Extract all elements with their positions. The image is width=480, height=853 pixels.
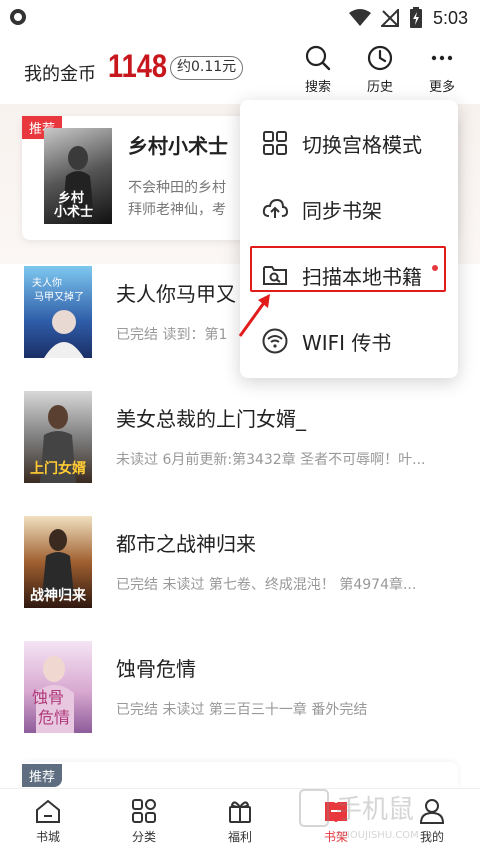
- book-title: 美女总裁的上门女婿_: [116, 407, 306, 431]
- svg-text:乡村: 乡村: [58, 190, 84, 206]
- no-sim-icon: [380, 9, 399, 27]
- book-title: 夫人你马甲又: [116, 282, 236, 306]
- book-meta: 未读过 6月前更新:第3432章 圣者不可辱啊！叶...: [116, 452, 426, 468]
- search-button[interactable]: 搜索: [290, 42, 346, 98]
- recommend-book-cover[interactable]: 乡村 小术士: [44, 128, 112, 224]
- recommend-desc-line2: 拜师老神仙，考: [128, 202, 226, 218]
- coins-label: 我的金币: [24, 64, 96, 85]
- header: 我的金币 1148 约0.11元 搜索 历史 更多: [0, 36, 480, 106]
- gift-icon: [229, 801, 251, 823]
- home-icon: [36, 799, 60, 823]
- book-title: 蚀骨危情: [116, 657, 196, 681]
- site-watermark-logo: 手机鼠 SHOUJISHU.COM: [299, 789, 419, 841]
- cover-art-figure: 上门女婿: [30, 405, 87, 483]
- clock-icon: [367, 45, 393, 71]
- menu-item-label: 切换宫格模式: [302, 132, 422, 157]
- svg-text:蚀骨: 蚀骨: [32, 688, 64, 707]
- grid-icon: [263, 131, 287, 155]
- book-cover: 蚀骨 危情: [24, 641, 92, 733]
- svg-text:战神归来: 战神归来: [30, 587, 87, 604]
- more-button[interactable]: 更多: [414, 42, 470, 98]
- cover-art-figure: 乡村 小术士: [54, 146, 94, 220]
- coins-value[interactable]: 1148: [108, 48, 167, 85]
- nav-label: 分类: [131, 830, 156, 844]
- svg-text:小术士: 小术士: [54, 204, 93, 220]
- recommend-description: 不会种田的乡村 拜师老神仙，考: [128, 177, 240, 221]
- notification-icon: [10, 9, 26, 25]
- category-icon: [132, 799, 156, 823]
- menu-item-label: 同步书架: [302, 198, 382, 223]
- book-cover: 战神归来: [24, 516, 92, 608]
- recommend-badge-2: 推荐: [22, 764, 63, 787]
- annotation-arrow-icon: [238, 294, 270, 337]
- svg-text:危情: 危情: [38, 708, 70, 727]
- book-title: 都市之战神归来: [116, 532, 256, 556]
- nav-label: 书城: [35, 830, 60, 844]
- list-item[interactable]: 上门女婿 美女总裁的上门女婿_ 未读过 6月前更新:第3432章 圣者不可辱啊！…: [0, 383, 480, 508]
- book-meta: 已完结 未读过 第七卷、终成混沌！ 第4974章...: [116, 577, 417, 593]
- menu-item-sync-shelf[interactable]: 同步书架: [240, 176, 458, 242]
- cover-art-figure: 夫人你 马甲又掉了: [32, 276, 84, 358]
- book-cover: 上门女婿: [24, 391, 92, 483]
- history-button[interactable]: 历史: [352, 42, 408, 98]
- svg-text:上门女婿: 上门女婿: [30, 460, 87, 477]
- status-time: 5:03: [432, 7, 468, 28]
- svg-text:夫人你: 夫人你: [32, 276, 62, 289]
- cover-art-figure: 蚀骨 危情: [32, 656, 74, 733]
- svg-text:手机鼠: 手机鼠: [336, 795, 414, 825]
- list-item[interactable]: 蚀骨 危情 蚀骨危情 已完结 未读过 第三百三十一章 番外完结: [0, 633, 480, 758]
- nav-category[interactable]: 分类: [96, 789, 192, 853]
- status-bar: 5:03: [0, 0, 480, 36]
- wifi-signal-icon: [348, 9, 371, 26]
- recommend-title[interactable]: 乡村小术士: [128, 130, 228, 159]
- book-cover: 夫人你 马甲又掉了: [24, 266, 92, 358]
- search-icon: [305, 45, 331, 71]
- book-meta: 已完结 未读过 第三百三十一章 番外完结: [116, 702, 368, 718]
- history-label: 历史: [366, 80, 393, 95]
- nav-home[interactable]: 书城: [0, 789, 96, 853]
- nav-label: 福利: [227, 830, 252, 844]
- more-icon: [431, 55, 453, 61]
- cover-art-figure: 战神归来: [30, 529, 87, 604]
- menu-item-grid-mode[interactable]: 切换宫格模式: [240, 110, 458, 176]
- coins-approx-badge[interactable]: 约0.11元: [170, 56, 244, 80]
- highlight-box: [250, 246, 446, 292]
- battery-charging-icon: [409, 7, 422, 28]
- svg-text:SHOUJISHU.COM: SHOUJISHU.COM: [336, 830, 419, 841]
- cloud-upload-icon: [262, 198, 288, 218]
- svg-text:马甲又掉了: 马甲又掉了: [34, 290, 84, 303]
- list-item[interactable]: 战神归来 都市之战神归来 已完结 未读过 第七卷、终成混沌！ 第4974章...: [0, 508, 480, 633]
- more-label: 更多: [428, 80, 455, 95]
- status-indicators: 5:03: [348, 6, 468, 30]
- recommend-desc-line1: 不会种田的乡村: [128, 180, 226, 196]
- nav-welfare[interactable]: 福利: [192, 789, 288, 853]
- menu-item-label: WIFI 传书: [302, 330, 392, 355]
- search-label: 搜索: [304, 80, 331, 95]
